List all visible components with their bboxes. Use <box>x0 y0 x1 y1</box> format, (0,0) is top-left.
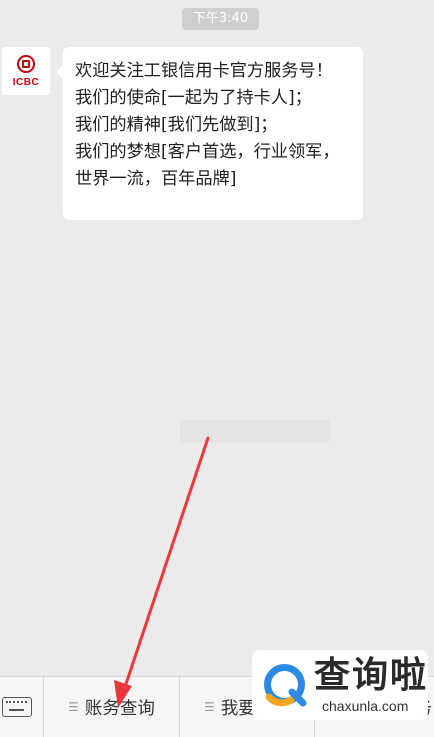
watermark-title: 查询啦 <box>314 655 429 696</box>
watermark-url: chaxunla.com <box>322 698 409 714</box>
icbc-logo-icon <box>17 54 35 73</box>
watermark-badge: 查询啦 chaxunla.com <box>252 650 428 720</box>
menu-item-label: 账务查询 <box>84 698 155 719</box>
keyboard-toggle-button[interactable] <box>0 677 44 737</box>
keyboard-icon <box>2 697 32 717</box>
message-line: 我们的精神[我们先做到]； <box>75 115 278 135</box>
message-line: 欢迎关注工银信用卡官方服务号！ <box>75 61 333 81</box>
menu-lines-icon: ☰ <box>68 700 79 714</box>
arrow-shaft <box>122 436 210 692</box>
magnifier-logo-icon <box>264 664 307 707</box>
menu-item-account-query[interactable]: ☰ 账务查询 <box>44 677 180 737</box>
faint-toast-overlay <box>180 420 330 442</box>
icbc-avatar[interactable]: ICBC <box>2 47 50 95</box>
message-line: 我们的使命[一起为了持卡人]； <box>75 88 312 108</box>
message-timestamp: 下午3:40 <box>182 8 259 30</box>
welcome-message-bubble[interactable]: 欢迎关注工银信用卡官方服务号！ 我们的使命[一起为了持卡人]； 我们的精神[我们… <box>56 47 363 220</box>
avatar-logo-text: ICBC <box>12 76 40 88</box>
menu-lines-icon: ☰ <box>204 700 215 714</box>
message-line: 我们的梦想[客户首选，行业领军，世界一流，百年品牌] <box>75 142 340 189</box>
